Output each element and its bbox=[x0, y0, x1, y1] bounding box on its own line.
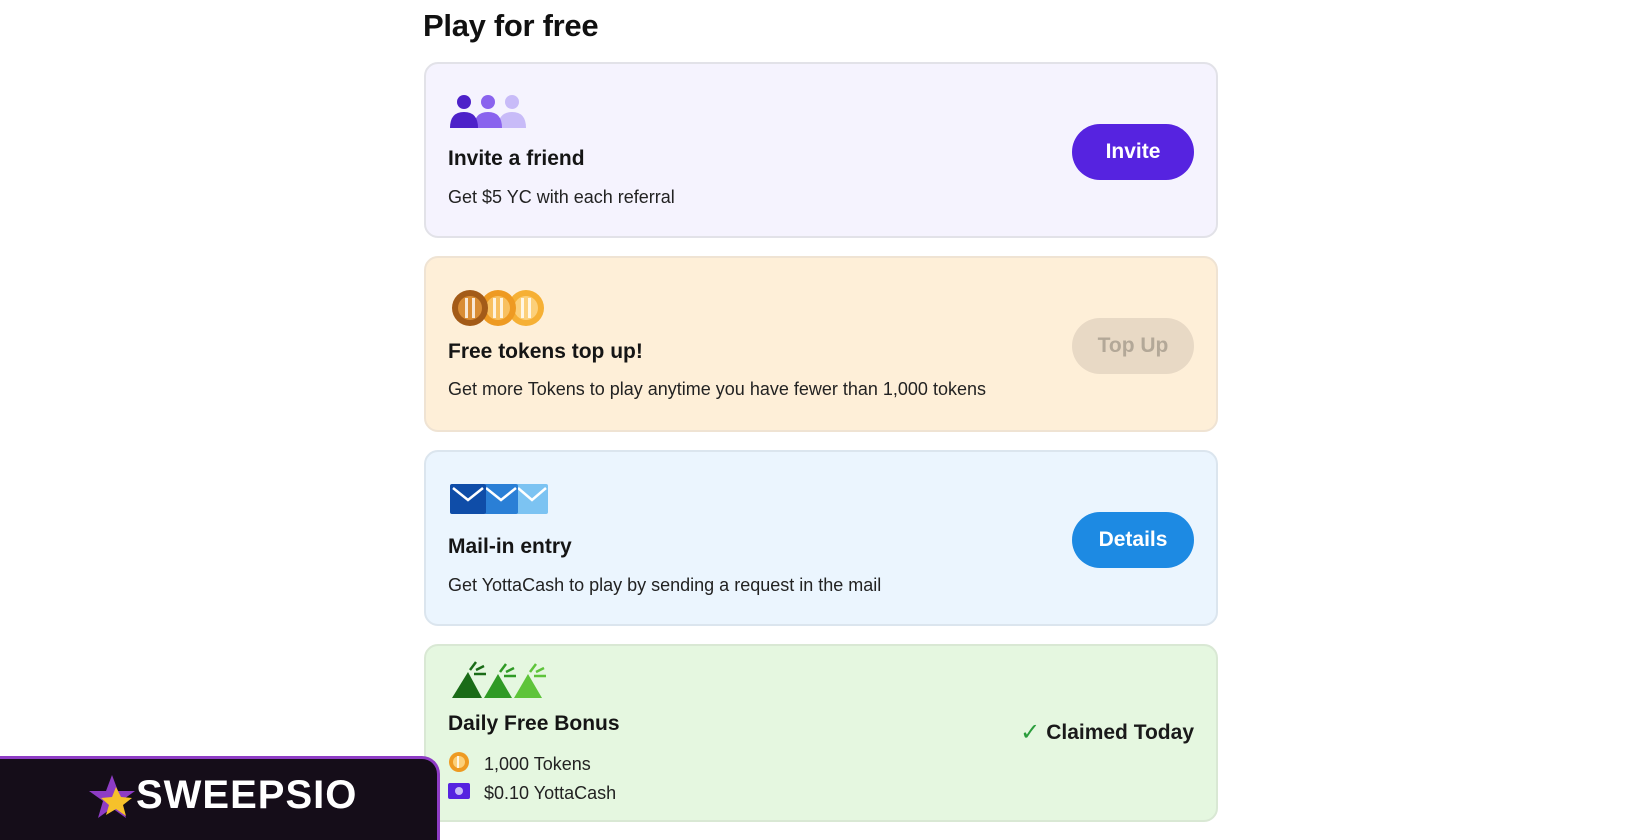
reward-label: $0.10 YottaCash bbox=[484, 783, 617, 803]
status-label: Claimed Today bbox=[1046, 720, 1194, 744]
claimed-today-status: ✓ Claimed Today bbox=[1020, 718, 1194, 747]
card-title: Daily Free Bonus bbox=[448, 712, 620, 735]
brand-name: SWEEPSIO bbox=[136, 773, 358, 817]
invite-friend-card: Invite a friend Get $5 YC with each refe… bbox=[424, 62, 1218, 238]
cash-bill-icon bbox=[448, 783, 470, 804]
people-group-icon bbox=[450, 94, 530, 135]
section-title: Play for free bbox=[423, 8, 599, 43]
sweepsio-watermark: SWEEPSIO bbox=[0, 756, 440, 840]
card-title: Invite a friend bbox=[448, 147, 585, 170]
daily-free-bonus-card: Daily Free Bonus 1,000 Tokens $0.10 Yott… bbox=[424, 644, 1218, 822]
card-title: Free tokens top up! bbox=[448, 340, 643, 363]
free-tokens-card: Free tokens top up! Get more Tokens to p… bbox=[424, 256, 1218, 432]
card-description: Get YottaCash to play by sending a reque… bbox=[448, 575, 882, 595]
reward-label: 1,000 Tokens bbox=[484, 754, 591, 774]
invite-button[interactable]: Invite bbox=[1072, 124, 1194, 180]
card-description: Get more Tokens to play anytime you have… bbox=[448, 379, 986, 399]
coins-icon bbox=[450, 288, 546, 333]
reward-tokens: 1,000 Tokens bbox=[448, 751, 591, 778]
party-popper-icon bbox=[450, 660, 550, 705]
card-title: Mail-in entry bbox=[448, 535, 572, 558]
star-logo-icon bbox=[88, 773, 136, 826]
card-description: Get $5 YC with each referral bbox=[448, 187, 675, 207]
details-button[interactable]: Details bbox=[1072, 512, 1194, 568]
page: Play for free Invite a friend Get $5 YC … bbox=[0, 0, 1640, 840]
envelopes-icon bbox=[450, 482, 550, 521]
mail-in-entry-card: Mail-in entry Get YottaCash to play by s… bbox=[424, 450, 1218, 626]
reward-yottacash: $0.10 YottaCash bbox=[448, 783, 616, 804]
token-coin-icon bbox=[448, 751, 470, 778]
top-up-button[interactable]: Top Up bbox=[1072, 318, 1194, 374]
checkmark-icon: ✓ bbox=[1020, 719, 1041, 746]
